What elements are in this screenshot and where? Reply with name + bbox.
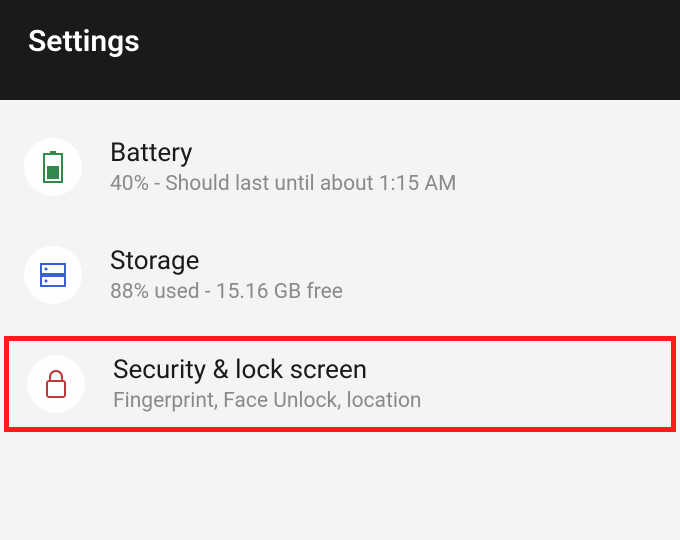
item-title: Storage xyxy=(110,246,343,276)
icon-circle xyxy=(24,246,82,304)
item-subtitle: 40% - Should last until about 1:15 AM xyxy=(110,172,456,196)
battery-icon xyxy=(42,151,64,183)
storage-icon xyxy=(39,261,67,289)
text-block: Storage 88% used - 15.16 GB free xyxy=(110,246,343,304)
icon-circle xyxy=(24,138,82,196)
item-title: Security & lock screen xyxy=(113,355,422,385)
header: Settings xyxy=(0,0,680,100)
item-subtitle: Fingerprint, Face Unlock, location xyxy=(113,389,422,413)
settings-list: Battery 40% - Should last until about 1:… xyxy=(0,100,680,432)
text-block: Battery 40% - Should last until about 1:… xyxy=(110,138,456,196)
list-item-battery[interactable]: Battery 40% - Should last until about 1:… xyxy=(0,120,680,214)
icon-circle xyxy=(27,355,85,413)
list-item-storage[interactable]: Storage 88% used - 15.16 GB free xyxy=(0,228,680,322)
list-item-security[interactable]: Security & lock screen Fingerprint, Face… xyxy=(4,336,676,432)
page-title: Settings xyxy=(28,24,140,59)
lock-icon xyxy=(44,369,68,399)
text-block: Security & lock screen Fingerprint, Face… xyxy=(113,355,422,413)
item-subtitle: 88% used - 15.16 GB free xyxy=(110,280,343,304)
item-title: Battery xyxy=(110,138,456,168)
